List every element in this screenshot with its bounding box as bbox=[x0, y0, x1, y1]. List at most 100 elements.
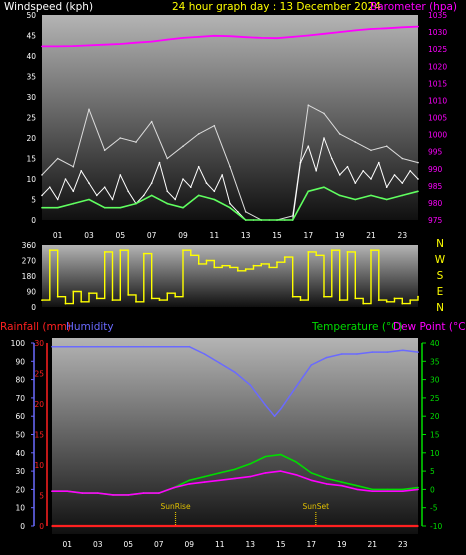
temperature-line-point bbox=[356, 484, 358, 487]
wind-direction-point bbox=[189, 254, 192, 257]
wind-speed-line-point bbox=[174, 198, 176, 201]
wind-gust-line-point bbox=[213, 124, 216, 127]
humidity-line-point bbox=[219, 362, 221, 364]
wind-direction-point bbox=[111, 299, 114, 301]
dew-point-line-point bbox=[158, 492, 160, 494]
wind-direction-point bbox=[362, 302, 365, 305]
barometer-line-point bbox=[229, 35, 231, 37]
wind-direction-point bbox=[135, 300, 137, 303]
humidity-line-point bbox=[264, 404, 267, 407]
humidity-line-point bbox=[81, 345, 84, 348]
temperature-line-point bbox=[219, 472, 221, 474]
wind-direction-point bbox=[370, 249, 372, 252]
humidity-tick-label: 60 bbox=[15, 412, 25, 421]
wind-direction-point bbox=[299, 299, 302, 301]
wind-speed-line-point bbox=[221, 174, 223, 176]
temperature-tick-label: 35 bbox=[430, 357, 440, 366]
rain-tick-label: 0 bbox=[39, 522, 44, 531]
compass-letter: S bbox=[437, 270, 444, 282]
dew-point-line-point bbox=[112, 494, 114, 496]
wind-speed-line-point bbox=[158, 161, 161, 164]
temperature-line-point bbox=[280, 453, 282, 456]
wind-tick-label: 25 bbox=[26, 114, 36, 123]
dew-point-line-point bbox=[51, 490, 53, 493]
wind-speed-line-point bbox=[378, 161, 380, 164]
wind-direction-point bbox=[72, 290, 75, 293]
average-wind-line-point bbox=[88, 198, 90, 201]
wind-tick-label: 40 bbox=[26, 52, 36, 61]
temp-x-tick-label: 03 bbox=[93, 540, 103, 549]
wind-speed-line-point bbox=[111, 198, 114, 201]
temperature-humidity-panel: 0102030405060708090100051015202530-10-50… bbox=[11, 338, 442, 549]
barometer-tick-label: 980 bbox=[428, 199, 443, 208]
average-wind-line-point bbox=[307, 190, 310, 193]
barometer-line-point bbox=[119, 43, 122, 45]
dew-point-line-point bbox=[127, 494, 130, 496]
wind-direction-point bbox=[244, 268, 247, 270]
wind-speed-line-point bbox=[417, 178, 419, 180]
temp-x-tick-label: 15 bbox=[276, 540, 286, 549]
wind-direction-point bbox=[330, 249, 333, 252]
wind-speed-line-point bbox=[331, 157, 333, 160]
wind-speed-line-point bbox=[338, 174, 341, 176]
barometer-line-point bbox=[103, 43, 106, 46]
barometer-line-point bbox=[166, 38, 169, 41]
temperature-line-point bbox=[417, 486, 419, 489]
wind-speed-line-point bbox=[182, 178, 184, 180]
barometer-line-point bbox=[197, 36, 200, 38]
wind-direction-point bbox=[174, 295, 177, 298]
wind-tick-label: 15 bbox=[26, 155, 36, 164]
temp-x-tick-label: 21 bbox=[367, 540, 377, 549]
average-wind-line-point bbox=[135, 202, 137, 205]
humidity-line-point bbox=[341, 353, 343, 355]
barometer-tick-label: 985 bbox=[428, 182, 443, 191]
dew-point-line-point bbox=[97, 492, 99, 494]
rain-tick-label: 5 bbox=[39, 492, 44, 501]
temperature-line-point bbox=[234, 468, 236, 471]
wind-x-tick-label: 01 bbox=[53, 231, 63, 240]
wind-gust-line-point bbox=[229, 165, 231, 168]
average-wind-line-point bbox=[244, 219, 247, 221]
wind-tick-label: 0 bbox=[31, 216, 36, 225]
wind-direction-point bbox=[119, 249, 122, 252]
wind-direction-point bbox=[307, 251, 310, 253]
humidity-line-point bbox=[386, 351, 389, 353]
wind-direction-panel: 090180270360 NWSEN bbox=[22, 238, 446, 314]
weather-graph: Windspeed (kph) 24 hour graph day : 13 D… bbox=[0, 1, 466, 549]
temperature-tick-label: -5 bbox=[430, 504, 438, 513]
temperature-tick-label: 20 bbox=[430, 412, 440, 421]
wind-speed-line-point bbox=[393, 174, 396, 176]
wind-speed-line-point bbox=[150, 182, 153, 184]
humidity-tick-label: 10 bbox=[15, 504, 25, 513]
wind-x-tick-label: 03 bbox=[84, 231, 94, 240]
wind-gust-line-point bbox=[401, 157, 404, 160]
barometer-line-point bbox=[182, 37, 184, 39]
wind-direction-point bbox=[95, 297, 98, 300]
dew-point-line-point bbox=[142, 492, 145, 494]
wind-speed-line-point bbox=[103, 186, 106, 188]
average-wind-line-point bbox=[370, 194, 372, 197]
dew-point-line-point bbox=[264, 472, 267, 474]
wind-gust-line-point bbox=[182, 145, 184, 147]
direction-tick-label: 180 bbox=[22, 272, 37, 281]
temperature-tick-label: 10 bbox=[430, 449, 440, 458]
average-wind-line-point bbox=[182, 206, 184, 209]
wind-speed-line-point bbox=[96, 194, 98, 197]
temperature-tick-label: -10 bbox=[430, 522, 442, 531]
humidity-line-point bbox=[97, 345, 99, 348]
wind-speed-line-point bbox=[56, 198, 59, 201]
wind-speed-line-point bbox=[41, 194, 43, 197]
dew-point-line-point bbox=[188, 483, 191, 485]
wind-gust-line-point bbox=[338, 133, 341, 135]
humidity-tick-label: 80 bbox=[15, 376, 25, 385]
barometer-line-point bbox=[150, 40, 153, 43]
humidity-line-point bbox=[273, 415, 276, 418]
wind-gust-line-point bbox=[323, 112, 325, 115]
wind-speed-line-point bbox=[229, 202, 231, 205]
barometer-tick-label: 995 bbox=[428, 148, 443, 157]
barometer-tick-label: 1035 bbox=[428, 11, 447, 20]
wind-direction-point bbox=[291, 295, 294, 298]
wind-direction-point bbox=[48, 249, 51, 252]
temperature-line-point bbox=[203, 475, 206, 478]
wind-speed-line-point bbox=[307, 145, 310, 147]
